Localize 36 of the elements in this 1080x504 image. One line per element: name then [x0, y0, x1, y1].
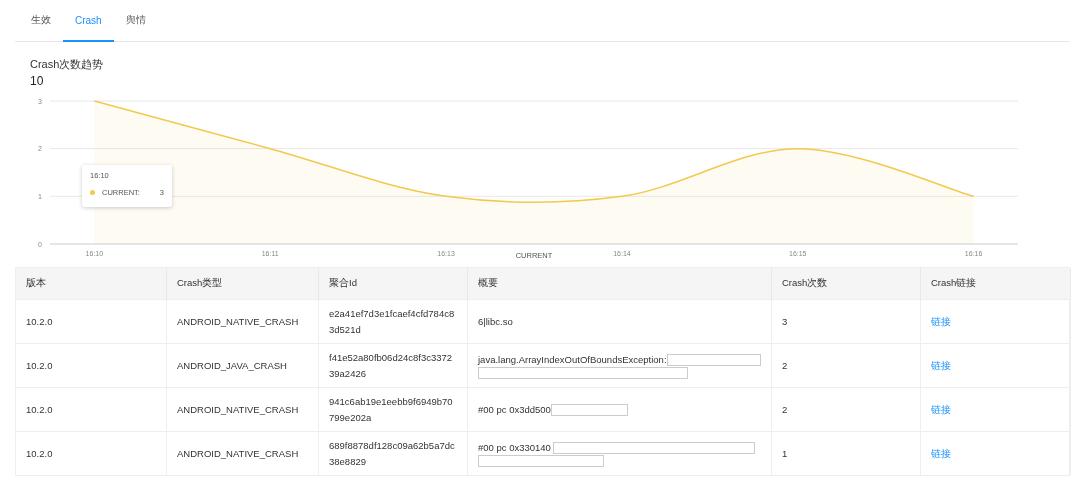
- crash-link[interactable]: 链接: [931, 357, 1060, 374]
- summary-text: java.lang.ArrayIndexOutOfBoundsException:: [478, 352, 667, 367]
- table-cell: 3: [772, 299, 921, 343]
- crash-link[interactable]: 链接: [931, 313, 1060, 330]
- table-cell: ANDROID_NATIVE_CRASH: [167, 387, 319, 431]
- tab[interactable]: 生效: [19, 0, 63, 42]
- chart-title: Crash次数趋势: [30, 57, 105, 72]
- summary-text: #00 pc 0x3dd500: [478, 402, 551, 417]
- summary-text: #00 pc 0x330140: [478, 440, 551, 455]
- table-cell: 2: [772, 387, 921, 431]
- table-cell: e2a41ef7d3e1fcaef4cfd784c83d521d: [319, 299, 468, 343]
- tab[interactable]: 舆情: [113, 0, 158, 42]
- table-cell: 941c6ab19e1eebb9f6949b70799e202a: [319, 387, 468, 431]
- table-cell: ANDROID_NATIVE_CRASH: [167, 431, 319, 475]
- table-cell: f41e52a80fb06d24c8f3c337239a2426: [319, 343, 468, 387]
- legend-dot: [90, 190, 95, 195]
- column-header: Crash次数: [772, 268, 921, 299]
- column-header: Crash链接: [921, 268, 1071, 299]
- table-cell: 1: [772, 431, 921, 475]
- tab[interactable]: Crash: [63, 0, 114, 42]
- table-cell: ANDROID_JAVA_CRASH: [167, 343, 319, 387]
- summary-text: 6|libc.so: [478, 314, 513, 329]
- table-cell: 2: [772, 343, 921, 387]
- table-cell: 10.2.0: [16, 299, 167, 343]
- table-cell: 689f8878df128c09a62b5a7dc38e8829: [319, 431, 468, 475]
- crash-link[interactable]: 链接: [931, 401, 1060, 418]
- table-cell: ANDROID_NATIVE_CRASH: [167, 299, 319, 343]
- column-header: 版本: [16, 268, 167, 299]
- column-header: Crash类型: [167, 268, 319, 299]
- table-cell: 10.2.0: [16, 431, 167, 475]
- total-count: 10: [30, 74, 45, 88]
- column-header: 概要: [468, 268, 772, 299]
- column-header: 聚合Id: [319, 268, 468, 299]
- table-cell: 10.2.0: [16, 343, 167, 387]
- crash-link[interactable]: 链接: [931, 445, 1060, 462]
- table-cell: 10.2.0: [16, 387, 167, 431]
